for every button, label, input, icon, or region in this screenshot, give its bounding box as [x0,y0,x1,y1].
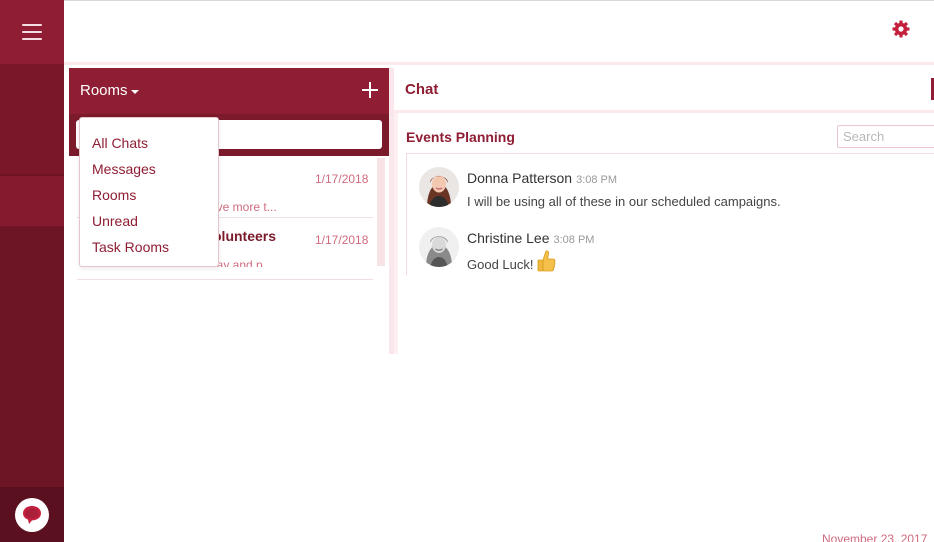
thumbs-up-icon [535,249,557,275]
menu-item-rooms[interactable]: Rooms [92,187,136,203]
avatar [419,167,459,207]
rooms-title: Rooms [80,82,128,99]
message-time: 3:08 PM [576,174,618,186]
menu-item-unread[interactable]: Unread [92,213,138,229]
rooms-header: Rooms [69,68,389,114]
message-author-name: Christine Lee [467,230,550,246]
room-list-scrollbar[interactable] [377,158,385,266]
message-list: Donna Patterson 3:08 PM I will be using a… [406,153,934,275]
rooms-filter-dropdown: All Chats Messages Rooms Unread Task Roo… [79,117,219,267]
message-text: Good Luck! [467,257,534,272]
room-name: olunteers [213,228,277,244]
room-preview: eve more t... [210,200,277,214]
rail-section [0,176,64,226]
message-author-name: Donna Patterson [467,170,573,186]
hamburger-icon [22,24,42,40]
chat-search-input[interactable] [837,125,934,148]
rooms-dropdown-toggle[interactable]: Rooms [80,82,139,99]
avatar [419,227,459,267]
chat-title: Chat [405,81,439,98]
top-bar [64,0,934,64]
room-title: Events Planning [406,129,515,145]
room-date: 1/17/2018 [315,172,369,186]
message-time: 3:08 PM [553,234,595,246]
room-preview: day and p... [210,258,273,267]
date-separator: November 23, 2017 [822,532,928,542]
message-text: I will be using all of these in our sche… [467,194,781,209]
chat-logo-button[interactable] [0,487,64,542]
message-author: Donna Patterson 3:08 PM [467,170,617,186]
room-date: 1/17/2018 [315,233,369,247]
caret-down-icon [130,89,139,94]
chat-panel-edge [394,113,398,354]
rail-section [0,64,64,174]
chat-header: Chat [394,68,934,113]
menu-item-task-rooms[interactable]: Task Rooms [92,239,169,255]
plus-icon[interactable] [361,81,379,99]
menu-button[interactable] [0,0,64,64]
chat-bubble-icon [15,497,49,532]
gear-icon[interactable] [891,19,911,39]
menu-item-messages[interactable]: Messages [92,161,156,177]
top-divider [64,62,934,65]
menu-item-all-chats[interactable]: All Chats [92,135,148,151]
message-author: Christine Lee 3:08 PM [467,230,594,246]
